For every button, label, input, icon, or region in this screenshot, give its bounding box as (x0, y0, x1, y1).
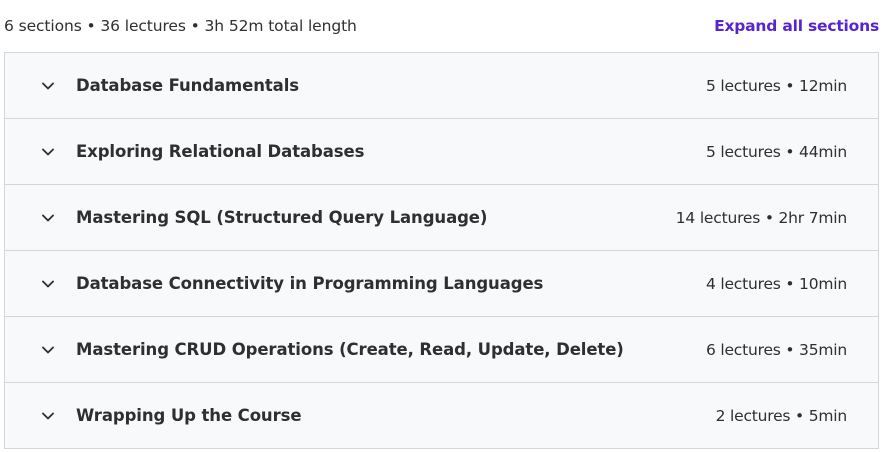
course-curriculum: 6 sections • 36 lectures • 3h 52m total … (0, 0, 883, 452)
section-meta: 5 lectures • 44min (705, 142, 847, 161)
section-item[interactable]: Database Connectivity in Programming Lan… (5, 251, 878, 317)
chevron-down-icon (41, 79, 55, 93)
section-meta: 4 lectures • 10min (705, 274, 847, 293)
section-meta: 2 lectures • 5min (715, 406, 848, 425)
chevron-down-icon (41, 409, 55, 423)
chevron-down-icon (41, 145, 55, 159)
chevron-down-icon (41, 211, 55, 225)
section-item[interactable]: Mastering CRUD Operations (Create, Read,… (5, 317, 878, 383)
sections-list: Database Fundamentals 5 lectures • 12min… (4, 52, 879, 449)
section-title: Exploring Relational Databases (76, 142, 365, 161)
chevron-down-icon (41, 277, 55, 291)
section-title: Mastering CRUD Operations (Create, Read,… (76, 340, 624, 359)
section-meta: 14 lectures • 2hr 7min (675, 208, 847, 227)
section-title: Wrapping Up the Course (76, 406, 302, 425)
section-meta: 5 lectures • 12min (705, 76, 847, 95)
section-item[interactable]: Mastering SQL (Structured Query Language… (5, 185, 878, 251)
expand-all-sections-button[interactable]: Expand all sections (714, 17, 879, 35)
curriculum-summary-text: 6 sections • 36 lectures • 3h 52m total … (4, 17, 357, 35)
section-item[interactable]: Exploring Relational Databases 5 lecture… (5, 119, 878, 185)
curriculum-summary-bar: 6 sections • 36 lectures • 3h 52m total … (0, 0, 883, 52)
section-item[interactable]: Database Fundamentals 5 lectures • 12min (5, 53, 878, 119)
section-meta: 6 lectures • 35min (705, 340, 847, 359)
section-title: Mastering SQL (Structured Query Language… (76, 208, 488, 227)
section-title: Database Fundamentals (76, 76, 299, 95)
chevron-down-icon (41, 343, 55, 357)
section-item[interactable]: Wrapping Up the Course 2 lectures • 5min (5, 383, 878, 448)
section-title: Database Connectivity in Programming Lan… (76, 274, 544, 293)
